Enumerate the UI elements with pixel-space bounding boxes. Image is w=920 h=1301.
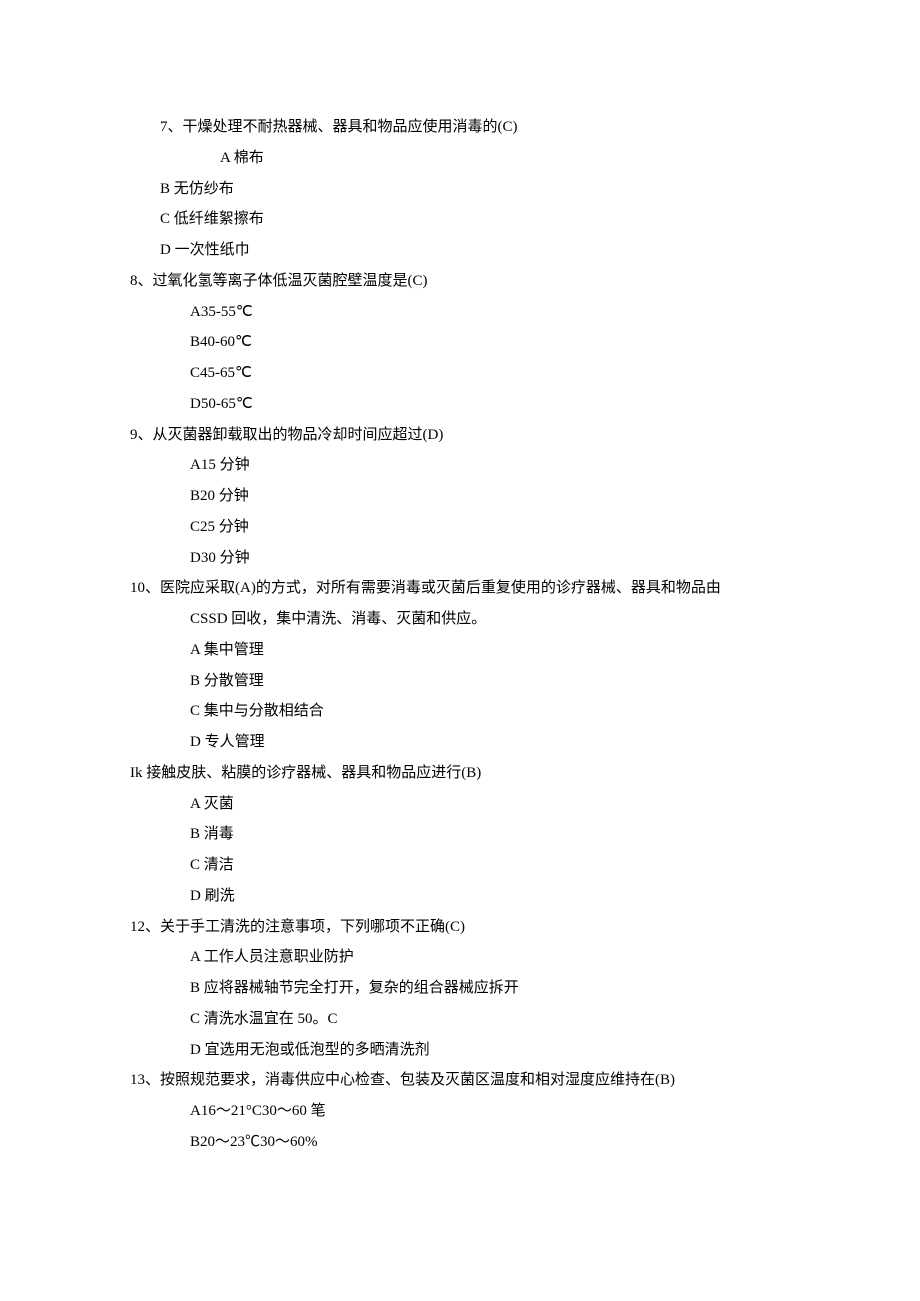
q12-stem: 12、关于手工清洗的注意事项，下列哪项不正确(C): [130, 912, 790, 943]
q11-opt-a: A 灭菌: [130, 789, 790, 820]
document-page: { "lines": [ { "cls": "i1", "name": "q7-…: [0, 0, 920, 1301]
q12-opt-b: B 应将器械轴节完全打开，复杂的组合器械应拆开: [130, 973, 790, 1004]
q9-opt-b: B20 分钟: [130, 481, 790, 512]
q10-stem-l1: 10、医院应采取(A)的方式，对所有需要消毒或灭菌后重复使用的诊疗器械、器具和物…: [130, 573, 790, 604]
q8-stem: 8、过氧化氢等离子体低温灭菌腔壁温度是(C): [130, 266, 790, 297]
q7-opt-d: D 一次性纸巾: [130, 235, 790, 266]
q9-opt-a: A15 分钟: [130, 450, 790, 481]
q11-opt-c: C 清洁: [130, 850, 790, 881]
q7-opt-b: B 无仿纱布: [130, 174, 790, 205]
q9-opt-c: C25 分钟: [130, 512, 790, 543]
q11-opt-d: D 刷洗: [130, 881, 790, 912]
q8-opt-c: C45-65℃: [130, 358, 790, 389]
q13-opt-a: A16～21°C30～60 笔: [130, 1096, 790, 1127]
q8-opt-d: D50-65℃: [130, 389, 790, 420]
q12-opt-a: A 工作人员注意职业防护: [130, 942, 790, 973]
q9-stem: 9、从灭菌器卸载取出的物品冷却时间应超过(D): [130, 420, 790, 451]
q10-stem-l2: CSSD 回收，集中清洗、消毒、灭菌和供应。: [130, 604, 790, 635]
q7-opt-a: A 棉布: [130, 143, 790, 174]
q10-opt-c: C 集中与分散相结合: [130, 696, 790, 727]
q10-opt-a: A 集中管理: [130, 635, 790, 666]
q8-opt-a: A35-55℃: [130, 297, 790, 328]
q9-opt-d: D30 分钟: [130, 543, 790, 574]
q13-stem: 13、按照规范要求，消毒供应中心检查、包装及灭菌区温度和相对湿度应维持在(B): [130, 1065, 790, 1096]
q11-stem: Ik 接触皮肤、粘膜的诊疗器械、器具和物品应进行(B): [130, 758, 790, 789]
q12-opt-d: D 宜选用无泡或低泡型的多晒清洗剂: [130, 1035, 790, 1066]
q7-opt-c: C 低纤维絮擦布: [130, 204, 790, 235]
q13-opt-b: B20～23℃30～60%: [130, 1127, 790, 1158]
q10-opt-b: B 分散管理: [130, 666, 790, 697]
q8-opt-b: B40-60℃: [130, 327, 790, 358]
q11-opt-b: B 消毒: [130, 819, 790, 850]
q7-stem: 7、干燥处理不耐热器械、器具和物品应使用消毒的(C): [130, 112, 790, 143]
q10-opt-d: D 专人管理: [130, 727, 790, 758]
q12-opt-c: C 清洗水温宜在 50。C: [130, 1004, 790, 1035]
